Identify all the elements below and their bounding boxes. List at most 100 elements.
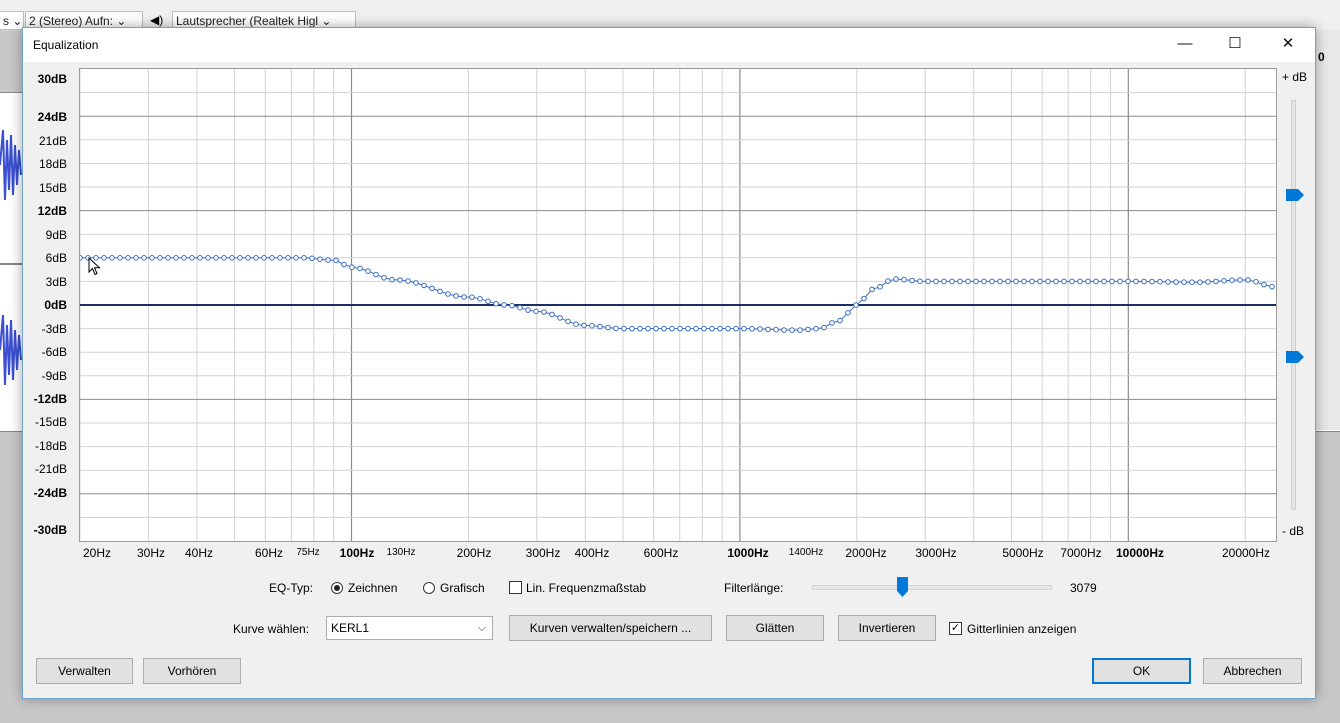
eq-curve-point[interactable] [341,261,347,268]
eq-curve-point[interactable] [717,325,723,332]
eq-curve-point[interactable] [1253,279,1259,285]
eq-curve-point[interactable] [1149,278,1155,285]
eq-curve-point[interactable] [789,327,795,333]
eq-curve-point[interactable] [941,278,947,285]
eq-curve-point[interactable] [229,255,235,261]
eq-curve-point[interactable] [1245,277,1251,283]
eq-curve-point[interactable] [397,277,403,283]
eq-curve-point[interactable] [141,255,147,261]
invert-button[interactable]: Invertieren [838,615,936,641]
eq-curve-point[interactable] [1005,278,1011,285]
eq-curve-point[interactable] [365,268,371,274]
min-gain-slider-thumb[interactable] [1285,350,1305,364]
manage-curves-button[interactable]: Kurven verwalten/speichern ... [509,615,712,641]
eq-curve-point[interactable] [1229,277,1235,283]
eq-curve-point[interactable] [285,255,291,261]
maximize-button[interactable]: ☐ [1210,28,1260,62]
eq-curve-point[interactable] [1237,277,1243,283]
graphic-radio[interactable] [423,582,435,594]
eq-curve-point[interactable] [357,265,363,272]
eq-curve-point[interactable] [821,324,827,331]
eq-curve-point[interactable] [245,255,251,261]
eq-curve-point[interactable] [933,278,939,285]
eq-curve-point[interactable] [1261,281,1267,288]
smooth-button[interactable]: Glätten [726,615,824,641]
eq-curve-point[interactable] [925,278,931,285]
background-combo-partial[interactable]: s ⌄ [0,11,24,30]
eq-curve-point[interactable] [1061,278,1067,285]
eq-curve-point[interactable] [117,255,123,261]
eq-curve-point[interactable] [1157,278,1163,285]
eq-curve-point[interactable] [413,280,419,286]
eq-curve-point[interactable] [677,325,683,332]
eq-curve-point[interactable] [757,326,763,332]
eq-curve-point[interactable] [661,325,667,332]
eq-curve-point[interactable] [181,255,187,261]
eq-curve-point[interactable] [1205,279,1211,285]
eq-curve-point[interactable] [1101,278,1107,285]
eq-curve-point[interactable] [1037,278,1043,285]
eq-curve-point[interactable] [797,327,803,333]
manage-button[interactable]: Verwalten [36,658,133,684]
eq-curve-point[interactable] [805,326,811,333]
eq-curve-point[interactable] [389,276,395,283]
eq-curve-point[interactable] [509,302,515,309]
eq-curve-point[interactable] [109,255,115,261]
eq-curve-point[interactable] [461,294,467,300]
eq-curve-point[interactable] [301,255,307,261]
curve-select-dropdown[interactable]: KERL1 ⌵ [326,616,493,640]
eq-curve-point[interactable] [645,325,651,332]
eq-curve-point[interactable] [1197,279,1203,285]
eq-curve-point[interactable] [1117,278,1123,285]
eq-curve-point[interactable] [157,255,163,261]
eq-curve-point[interactable] [125,255,131,261]
cancel-button[interactable]: Abbrechen [1203,658,1302,684]
eq-curve-point[interactable] [213,255,219,261]
eq-curve-point[interactable] [853,302,859,308]
eq-curve-point[interactable] [861,295,867,302]
eq-curve-point[interactable] [1173,279,1179,285]
eq-curve-point[interactable] [589,322,595,329]
eq-curve-point[interactable] [669,325,675,332]
eq-curve-point[interactable] [325,257,331,263]
eq-curve-point[interactable] [493,300,499,307]
eq-curve-point[interactable] [501,302,507,308]
eq-curve-point[interactable] [1269,283,1275,290]
eq-curve-point[interactable] [429,285,435,292]
eq-curve-point[interactable] [525,307,531,313]
eq-curve-point[interactable] [973,278,979,285]
eq-curve-point[interactable] [269,255,275,261]
eq-curve-point[interactable] [901,276,907,283]
eq-graph-area[interactable] [77,68,1277,542]
eq-curve-point[interactable] [453,293,459,299]
eq-curve-point[interactable] [997,278,1003,285]
draw-radio-label[interactable]: Zeichnen [348,581,397,595]
eq-curve-point[interactable] [437,288,443,295]
eq-curve-point[interactable] [101,255,107,261]
eq-curve-point[interactable] [1141,278,1147,285]
eq-curve-point[interactable] [597,323,603,330]
eq-curve-point[interactable] [813,325,819,332]
eq-curve-point[interactable] [405,278,411,284]
eq-curve-point[interactable] [1053,278,1059,285]
eq-curve-point[interactable] [957,278,963,285]
eq-curve-point[interactable] [693,325,699,332]
eq-curve-point[interactable] [613,325,619,332]
eq-curve-point[interactable] [1109,278,1115,285]
eq-curve-point[interactable] [1125,278,1131,285]
eq-curve-point[interactable] [533,308,539,315]
eq-curve-point[interactable] [349,264,355,270]
linear-frequency-checkbox[interactable] [509,581,522,594]
eq-curve-point[interactable] [1221,278,1227,284]
max-gain-slider-thumb[interactable] [1285,188,1305,202]
eq-curve-point[interactable] [485,298,491,305]
eq-curve-point[interactable] [949,278,955,285]
eq-curve-point[interactable] [685,325,691,332]
ok-button[interactable]: OK [1092,658,1191,684]
eq-graph-svg[interactable] [77,69,1276,541]
eq-curve-point[interactable] [261,255,267,261]
eq-curve-point[interactable] [77,255,83,261]
eq-curve-point[interactable] [965,278,971,285]
eq-curve-point[interactable] [629,325,635,332]
eq-curve-point[interactable] [1013,278,1019,285]
